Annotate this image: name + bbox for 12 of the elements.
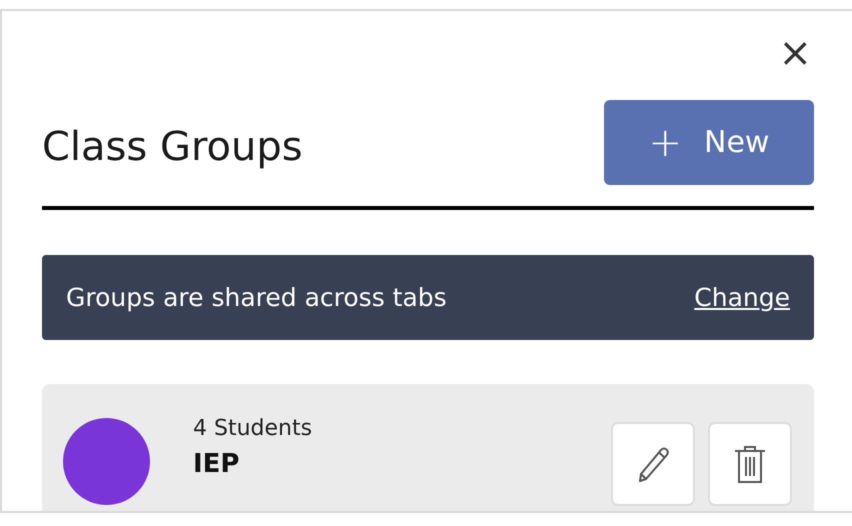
change-link[interactable]: Change (694, 283, 790, 312)
trash-icon (733, 444, 767, 484)
group-name: IEP (193, 449, 240, 479)
edit-button[interactable] (611, 422, 695, 506)
pencil-icon (636, 445, 670, 483)
close-button[interactable]: × (770, 33, 820, 73)
dialog-title: Class Groups (42, 122, 303, 170)
new-button[interactable]: + New (604, 100, 814, 185)
banner-text: Groups are shared across tabs (66, 283, 447, 312)
student-count: 4 Students (193, 416, 314, 441)
plus-icon: + (648, 120, 682, 166)
delete-button[interactable] (708, 422, 792, 506)
